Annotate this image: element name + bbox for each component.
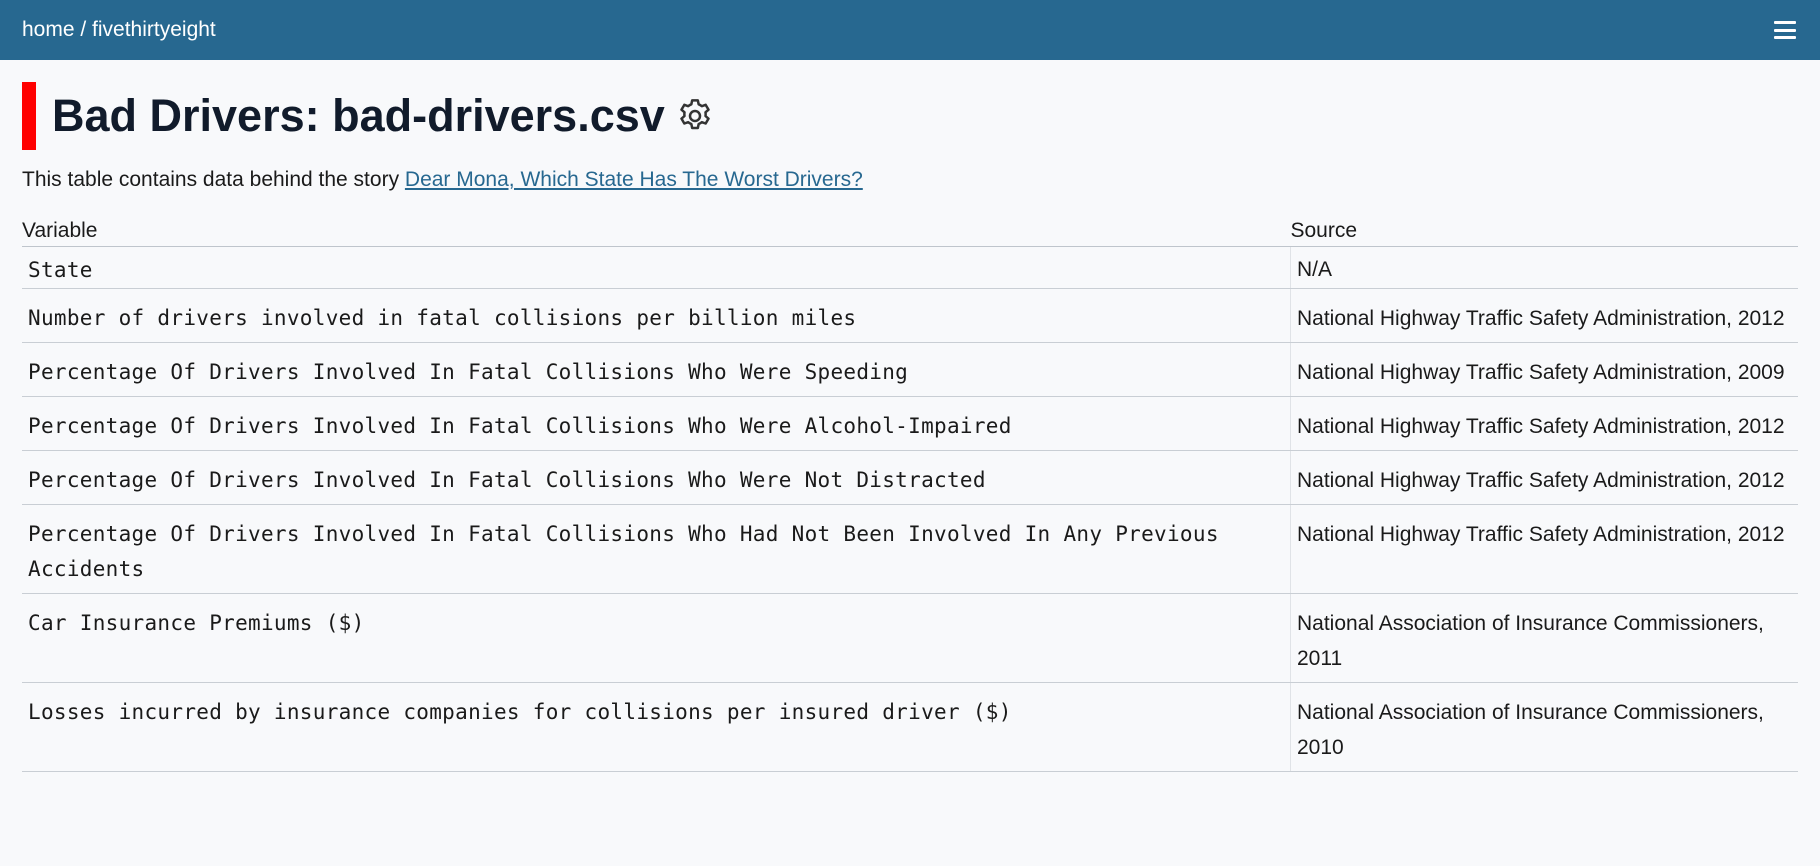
variable-cell: Percentage Of Drivers Involved In Fatal … <box>22 504 1291 594</box>
main-content: Bad Drivers: bad-drivers.csv This table … <box>0 82 1820 772</box>
table-row: Losses incurred by insurance companies f… <box>22 682 1798 772</box>
variable-cell: Percentage Of Drivers Involved In Fatal … <box>22 396 1291 451</box>
table-row: Percentage Of Drivers Involved In Fatal … <box>22 396 1798 451</box>
variable-cell: State <box>22 246 1291 289</box>
table-row: Percentage Of Drivers Involved In Fatal … <box>22 504 1798 594</box>
source-cell: National Highway Traffic Safety Administ… <box>1290 288 1798 343</box>
breadcrumb-current-link[interactable]: fivethirtyeight <box>92 18 216 41</box>
variable-cell: Percentage Of Drivers Involved In Fatal … <box>22 450 1291 505</box>
column-header-variable: Variable <box>22 213 1291 247</box>
table-row: Percentage Of Drivers Involved In Fatal … <box>22 450 1798 505</box>
top-nav-bar: home / fivethirtyeight <box>0 0 1820 60</box>
breadcrumb-home-link[interactable]: home <box>22 18 75 41</box>
intro-paragraph: This table contains data behind the stor… <box>22 168 1798 192</box>
title-row: Bad Drivers: bad-drivers.csv <box>22 82 1798 150</box>
source-cell: National Highway Traffic Safety Administ… <box>1290 396 1798 451</box>
table-row: Car Insurance Premiums ($) National Asso… <box>22 593 1798 683</box>
gear-icon[interactable] <box>675 96 715 136</box>
source-cell: National Highway Traffic Safety Administ… <box>1290 342 1798 397</box>
table-row: Number of drivers involved in fatal coll… <box>22 288 1798 343</box>
title-accent-bar <box>22 82 36 150</box>
column-header-source: Source <box>1290 213 1798 247</box>
source-cell: N/A <box>1290 246 1798 289</box>
table-header-row: Variable Source <box>22 213 1798 247</box>
variable-cell: Losses incurred by insurance companies f… <box>22 682 1291 772</box>
hamburger-menu-icon[interactable] <box>1774 21 1796 39</box>
source-cell: National Association of Insurance Commis… <box>1290 593 1798 683</box>
variables-table: Variable Source State N/A Number of driv… <box>22 213 1798 772</box>
source-cell: National Highway Traffic Safety Administ… <box>1290 504 1798 594</box>
table-row: Percentage Of Drivers Involved In Fatal … <box>22 342 1798 397</box>
source-cell: National Association of Insurance Commis… <box>1290 682 1798 772</box>
intro-text: This table contains data behind the stor… <box>22 168 405 191</box>
page-title: Bad Drivers: bad-drivers.csv <box>52 90 665 141</box>
variable-cell: Percentage Of Drivers Involved In Fatal … <box>22 342 1291 397</box>
story-link[interactable]: Dear Mona, Which State Has The Worst Dri… <box>405 168 863 191</box>
variable-cell: Car Insurance Premiums ($) <box>22 593 1291 683</box>
breadcrumb: home / fivethirtyeight <box>22 18 216 42</box>
table-row: State N/A <box>22 246 1798 289</box>
variable-cell: Number of drivers involved in fatal coll… <box>22 288 1291 343</box>
breadcrumb-separator: / <box>74 18 93 41</box>
source-cell: National Highway Traffic Safety Administ… <box>1290 450 1798 505</box>
